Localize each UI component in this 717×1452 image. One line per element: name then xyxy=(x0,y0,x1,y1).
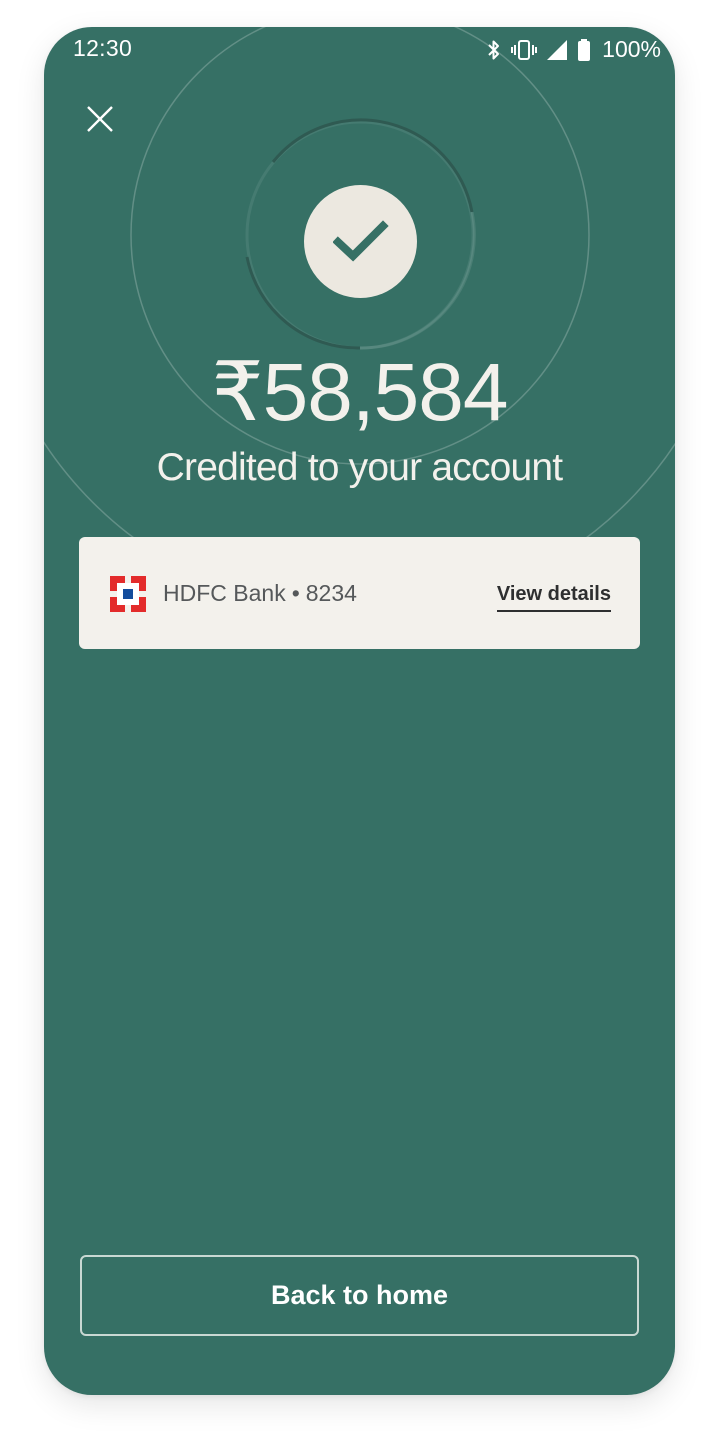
back-to-home-button[interactable]: Back to home xyxy=(80,1255,639,1336)
credited-amount: ₹58,584 xyxy=(211,347,509,438)
vibrate-icon xyxy=(511,39,538,61)
status-time: 12:30 xyxy=(73,35,133,61)
status-icons: 100% xyxy=(486,36,661,63)
status-bar: 12:30 100% xyxy=(44,27,675,71)
bank-account-label: HDFC Bank • 8234 xyxy=(163,577,357,609)
view-details-link[interactable]: View details xyxy=(496,580,611,612)
battery-percent: 100% xyxy=(602,36,661,62)
bluetooth-icon xyxy=(486,39,502,61)
account-last-digits: 8234 xyxy=(305,580,357,606)
credit-message: Credited to your account xyxy=(156,446,564,489)
success-badge xyxy=(304,185,417,298)
bank-name: HDFC Bank xyxy=(163,580,286,606)
bank-account-card: HDFC Bank • 8234 View details xyxy=(79,537,640,649)
success-screen: 12:30 100% ₹58,584 Credited to your acco… xyxy=(44,27,675,1395)
separator-dot: • xyxy=(291,580,300,606)
hdfc-bank-logo xyxy=(110,576,146,612)
signal-icon xyxy=(546,39,568,61)
close-button[interactable] xyxy=(80,99,120,139)
close-icon xyxy=(87,106,113,132)
battery-icon xyxy=(577,38,591,61)
checkmark-icon xyxy=(332,219,389,262)
